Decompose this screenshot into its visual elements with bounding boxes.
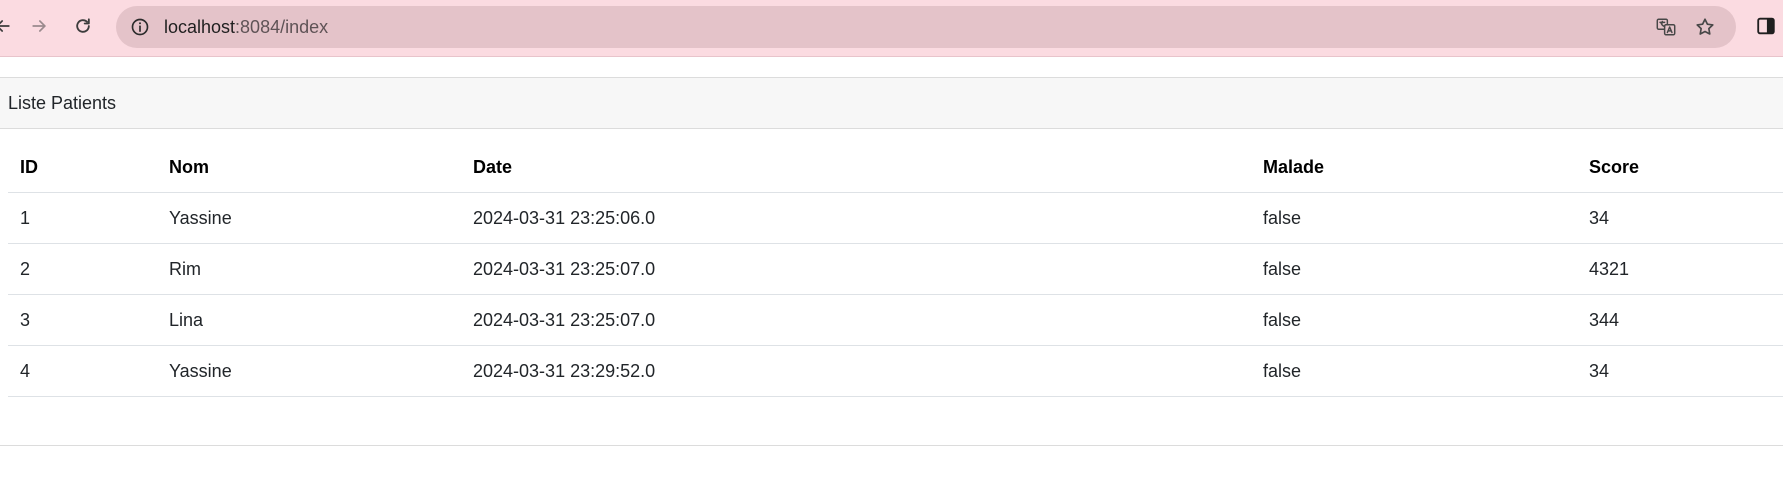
- cell-id: 2: [8, 243, 157, 295]
- side-panel-icon[interactable]: [1752, 12, 1780, 40]
- cell-id: 1: [8, 192, 157, 244]
- cell-nom: Yassine: [157, 192, 461, 244]
- card-header: Liste Patients: [0, 78, 1783, 129]
- patients-table: ID Nom Date Malade Score 1 Yassine 2024-…: [8, 143, 1783, 397]
- table-row: 2 Rim 2024-03-31 23:25:07.0 false 4321: [8, 243, 1783, 295]
- cell-date: 2024-03-31 23:29:52.0: [461, 345, 1251, 397]
- cell-score: 34: [1577, 345, 1783, 397]
- address-bar[interactable]: localhost:8084/index: [116, 6, 1736, 48]
- cell-score: 4321: [1577, 243, 1783, 295]
- cell-id: 3: [8, 294, 157, 346]
- cell-id: 4: [8, 345, 157, 397]
- cell-malade: false: [1251, 345, 1577, 397]
- column-header-nom: Nom: [157, 143, 461, 193]
- cell-date: 2024-03-31 23:25:06.0: [461, 192, 1251, 244]
- info-icon[interactable]: [124, 11, 156, 43]
- column-header-malade: Malade: [1251, 143, 1577, 193]
- url-text[interactable]: localhost:8084/index: [164, 17, 328, 37]
- table-header-row: ID Nom Date Malade Score: [8, 143, 1783, 193]
- cell-nom: Rim: [157, 243, 461, 295]
- url-path: :8084/index: [235, 17, 329, 37]
- cell-nom: Yassine: [157, 345, 461, 397]
- column-header-score: Score: [1577, 143, 1783, 193]
- cell-score: 34: [1577, 192, 1783, 244]
- cell-date: 2024-03-31 23:25:07.0: [461, 294, 1251, 346]
- cell-nom: Lina: [157, 294, 461, 346]
- cell-malade: false: [1251, 192, 1577, 244]
- url-host: localhost: [164, 17, 236, 37]
- column-header-date: Date: [461, 143, 1251, 193]
- table-row: 3 Lina 2024-03-31 23:25:07.0 false 344: [8, 294, 1783, 346]
- star-icon[interactable]: [1691, 13, 1719, 41]
- patients-card: Liste Patients ID Nom Date Malade Score …: [0, 77, 1783, 446]
- column-header-id: ID: [8, 143, 157, 193]
- table-row: 1 Yassine 2024-03-31 23:25:06.0 false 34: [8, 192, 1783, 244]
- cell-score: 344: [1577, 294, 1783, 346]
- table-row: 4 Yassine 2024-03-31 23:29:52.0 false 34: [8, 345, 1783, 397]
- browser-toolbar: localhost:8084/index: [0, 0, 1783, 57]
- back-arrow-icon[interactable]: [0, 9, 20, 43]
- reload-icon[interactable]: [66, 9, 100, 43]
- cell-date: 2024-03-31 23:25:07.0: [461, 243, 1251, 295]
- card-body: ID Nom Date Malade Score 1 Yassine 2024-…: [0, 143, 1783, 397]
- translate-icon[interactable]: [1652, 13, 1680, 41]
- forward-arrow-icon[interactable]: [22, 9, 56, 43]
- cell-malade: false: [1251, 294, 1577, 346]
- cell-malade: false: [1251, 243, 1577, 295]
